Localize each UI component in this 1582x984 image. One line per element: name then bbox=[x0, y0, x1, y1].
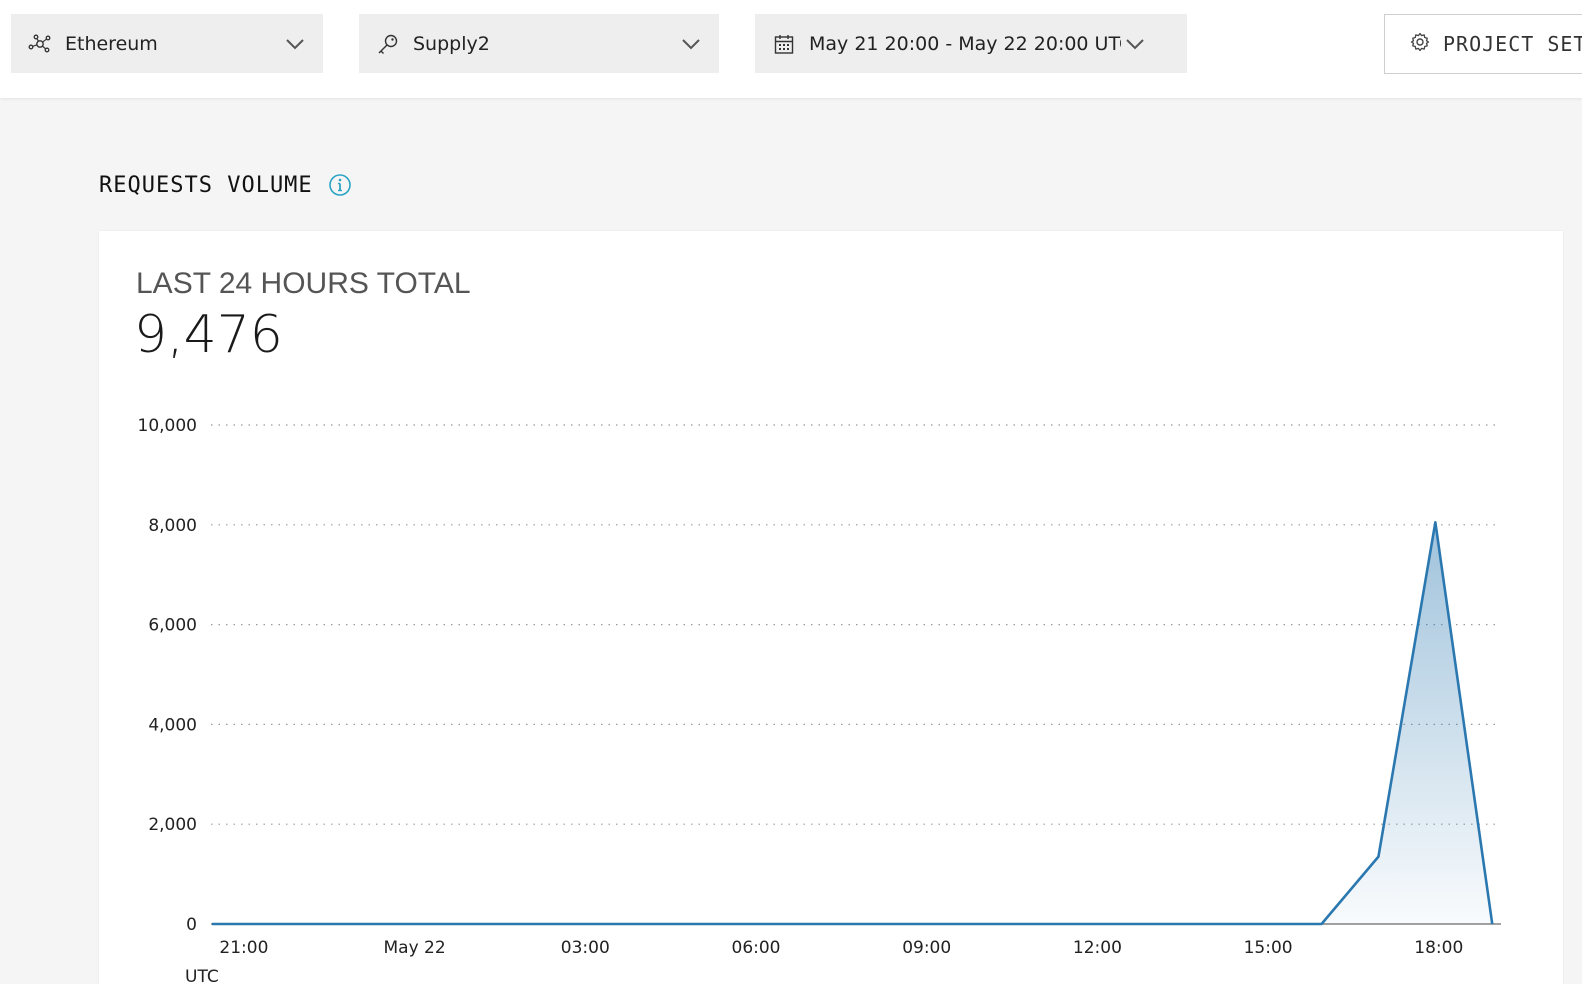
series-area bbox=[212, 522, 1493, 924]
x-tick-label: May 22 bbox=[384, 938, 446, 958]
chevron-down-icon bbox=[1121, 30, 1149, 58]
x-tick-label: 21:00 bbox=[219, 938, 268, 958]
x-unit-label: UTC bbox=[185, 967, 219, 984]
date-range-dropdown[interactable]: May 21 20:00 - May 22 20:00 UTC bbox=[755, 14, 1187, 73]
calendar-icon bbox=[771, 31, 797, 57]
x-tick-label: 18:00 bbox=[1414, 938, 1463, 958]
gear-icon bbox=[1409, 31, 1431, 57]
y-tick-label: 2,000 bbox=[148, 815, 197, 835]
chevron-down-icon bbox=[677, 30, 705, 58]
top-toolbar: Ethereum Supply2 May 21 20:00 - May 22 2… bbox=[0, 0, 1582, 98]
network-dropdown-label: Ethereum bbox=[65, 32, 158, 55]
y-tick-label: 8,000 bbox=[148, 516, 197, 536]
key-icon bbox=[375, 31, 401, 57]
x-tick-label: 03:00 bbox=[561, 938, 610, 958]
requests-volume-card: LAST 24 HOURS TOTAL 9,476 0 2,000 4,000 6,0… bbox=[99, 231, 1563, 984]
network-icon bbox=[27, 31, 53, 57]
y-tick-label: 6,000 bbox=[148, 616, 197, 636]
x-tick-label: 12:00 bbox=[1073, 938, 1122, 958]
api-key-dropdown[interactable]: Supply2 bbox=[359, 14, 719, 73]
project-settings-label: PROJECT SET bbox=[1443, 32, 1582, 56]
project-settings-button[interactable]: PROJECT SET bbox=[1384, 14, 1582, 74]
y-tick-label: 10,000 bbox=[138, 416, 197, 436]
series-line bbox=[212, 521, 1494, 926]
api-key-dropdown-label: Supply2 bbox=[413, 32, 490, 55]
chevron-down-icon bbox=[281, 30, 309, 58]
section-title: REQUESTS VOLUME bbox=[99, 172, 313, 198]
x-tick-label: 06:00 bbox=[732, 938, 781, 958]
requests-volume-chart: 0 2,000 4,000 6,000 8,000 10,000 21:00 May 22 03… bbox=[138, 416, 1501, 984]
info-icon[interactable] bbox=[327, 172, 353, 198]
y-tick-label: 4,000 bbox=[148, 715, 197, 735]
network-dropdown[interactable]: Ethereum bbox=[11, 14, 323, 73]
y-tick-label: 0 bbox=[186, 915, 197, 935]
x-tick-label: 15:00 bbox=[1244, 938, 1293, 958]
x-tick-label: 09:00 bbox=[902, 938, 951, 958]
section-header: REQUESTS VOLUME bbox=[99, 172, 353, 198]
date-range-label: May 21 20:00 - May 22 20:00 UTC bbox=[809, 32, 1121, 55]
